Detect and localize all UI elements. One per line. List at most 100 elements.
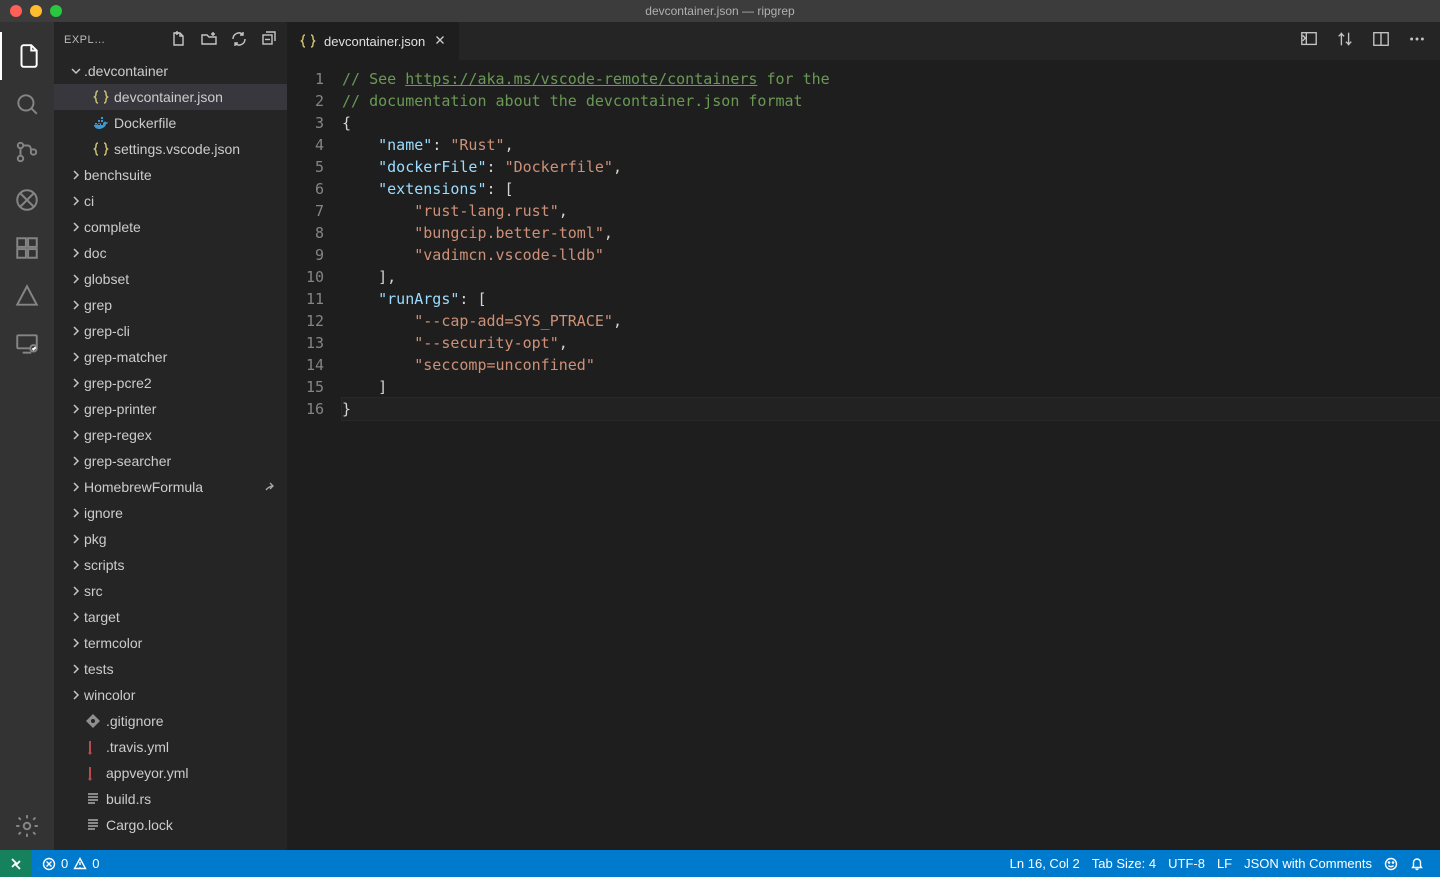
tree-item-label: doc: [84, 245, 287, 261]
activity-debug[interactable]: [0, 176, 54, 224]
status-notifications[interactable]: [1404, 850, 1430, 877]
tree-item[interactable]: src: [54, 578, 287, 604]
status-cursor[interactable]: Ln 16, Col 2: [1004, 850, 1086, 877]
tree-item-label: .gitignore: [106, 713, 287, 729]
refresh-button[interactable]: [231, 31, 247, 50]
tree-item[interactable]: wincolor: [54, 682, 287, 708]
status-eol[interactable]: LF: [1211, 850, 1238, 877]
code-line[interactable]: // See https://aka.ms/vscode-remote/cont…: [342, 68, 1440, 90]
tree-item[interactable]: termcolor: [54, 630, 287, 656]
compare-button[interactable]: [1336, 30, 1354, 53]
tree-item[interactable]: .travis.yml: [54, 734, 287, 760]
tree-item[interactable]: ci: [54, 188, 287, 214]
code-editor[interactable]: 12345678910111213141516 // See https://a…: [288, 60, 1440, 850]
code-line[interactable]: "seccomp=unconfined": [342, 354, 1440, 376]
status-encoding[interactable]: UTF-8: [1162, 850, 1211, 877]
status-feedback[interactable]: [1378, 850, 1404, 877]
tree-item[interactable]: pkg: [54, 526, 287, 552]
tree-item[interactable]: ignore: [54, 500, 287, 526]
chevron-right-icon: [68, 299, 84, 311]
tree-item-label: scripts: [84, 557, 287, 573]
more-actions-button[interactable]: [1408, 30, 1426, 53]
tree-item[interactable]: tests: [54, 656, 287, 682]
text-icon: [84, 817, 102, 833]
yaml-icon: [84, 765, 102, 781]
code-line[interactable]: ]: [342, 376, 1440, 398]
tree-item[interactable]: devcontainer.json: [54, 84, 287, 110]
chevron-down-icon: [68, 65, 84, 77]
tree-item-label: grep-regex: [84, 427, 287, 443]
compare-icon: [1336, 30, 1354, 48]
open-changes-button[interactable]: [1300, 30, 1318, 53]
tree-item-label: termcolor: [84, 635, 287, 651]
tree-item[interactable]: doc: [54, 240, 287, 266]
status-tab-size[interactable]: Tab Size: 4: [1086, 850, 1162, 877]
tree-item[interactable]: grep-pcre2: [54, 370, 287, 396]
files-icon: [15, 43, 41, 69]
status-language[interactable]: JSON with Comments: [1238, 850, 1378, 877]
tree-item[interactable]: complete: [54, 214, 287, 240]
activity-scm[interactable]: [0, 128, 54, 176]
code-line[interactable]: }: [342, 398, 1440, 420]
more-icon: [1408, 30, 1426, 48]
file-tree[interactable]: .devcontainerdevcontainer.jsonDockerfile…: [54, 58, 287, 850]
collapse-all-button[interactable]: [261, 31, 277, 50]
window-close-button[interactable]: [10, 5, 22, 17]
tree-item[interactable]: build.rs: [54, 786, 287, 812]
activity-settings[interactable]: [0, 802, 54, 850]
tree-item[interactable]: grep: [54, 292, 287, 318]
editor-tab-devcontainer[interactable]: devcontainer.json: [288, 22, 460, 60]
code-line[interactable]: "vadimcn.vscode-lldb": [342, 244, 1440, 266]
activity-search[interactable]: [0, 80, 54, 128]
tree-item[interactable]: Dockerfile: [54, 110, 287, 136]
code-line[interactable]: "name": "Rust",: [342, 134, 1440, 156]
status-problems[interactable]: 0 0: [36, 850, 105, 877]
chevron-right-icon: [68, 273, 84, 285]
tree-item[interactable]: grep-regex: [54, 422, 287, 448]
tree-item[interactable]: .devcontainer: [54, 58, 287, 84]
code-line[interactable]: "extensions": [: [342, 178, 1440, 200]
window-maximize-button[interactable]: [50, 5, 62, 17]
code-line[interactable]: "--security-opt",: [342, 332, 1440, 354]
tree-item[interactable]: HomebrewFormula: [54, 474, 287, 500]
code-line[interactable]: "dockerFile": "Dockerfile",: [342, 156, 1440, 178]
tree-item[interactable]: benchsuite: [54, 162, 287, 188]
tree-item[interactable]: scripts: [54, 552, 287, 578]
code-line[interactable]: "--cap-add=SYS_PTRACE",: [342, 310, 1440, 332]
activity-extensions[interactable]: [0, 224, 54, 272]
code-line[interactable]: // documentation about the devcontainer.…: [342, 90, 1440, 112]
activity-azure[interactable]: [0, 272, 54, 320]
tree-item-label: build.rs: [106, 791, 287, 807]
code-line[interactable]: ],: [342, 266, 1440, 288]
split-editor-button[interactable]: [1372, 30, 1390, 53]
tree-item-label: pkg: [84, 531, 287, 547]
remote-indicator[interactable]: [0, 850, 32, 877]
tree-item[interactable]: appveyor.yml: [54, 760, 287, 786]
code-line[interactable]: {: [342, 112, 1440, 134]
tree-item[interactable]: target: [54, 604, 287, 630]
tree-item[interactable]: globset: [54, 266, 287, 292]
tree-item[interactable]: grep-matcher: [54, 344, 287, 370]
tree-item[interactable]: grep-cli: [54, 318, 287, 344]
tree-item[interactable]: settings.vscode.json: [54, 136, 287, 162]
editor-area: devcontainer.json 1234567891011121314151…: [288, 22, 1440, 850]
new-folder-button[interactable]: [201, 31, 217, 50]
chevron-right-icon: [68, 377, 84, 389]
chevron-right-icon: [68, 585, 84, 597]
window-minimize-button[interactable]: [30, 5, 42, 17]
code-line[interactable]: "runArgs": [: [342, 288, 1440, 310]
tree-item[interactable]: .gitignore: [54, 708, 287, 734]
tab-close-button[interactable]: [433, 33, 447, 50]
code-line[interactable]: "bungcip.better-toml",: [342, 222, 1440, 244]
tree-item[interactable]: Cargo.lock: [54, 812, 287, 838]
new-file-button[interactable]: [171, 31, 187, 50]
code-line[interactable]: "rust-lang.rust",: [342, 200, 1440, 222]
tree-item[interactable]: grep-printer: [54, 396, 287, 422]
tree-item-label: grep-pcre2: [84, 375, 287, 391]
chevron-right-icon: [68, 169, 84, 181]
code-content[interactable]: // See https://aka.ms/vscode-remote/cont…: [342, 68, 1440, 850]
activity-remote[interactable]: [0, 320, 54, 368]
json-icon: [92, 89, 110, 105]
activity-explorer[interactable]: [0, 32, 54, 80]
tree-item[interactable]: grep-searcher: [54, 448, 287, 474]
